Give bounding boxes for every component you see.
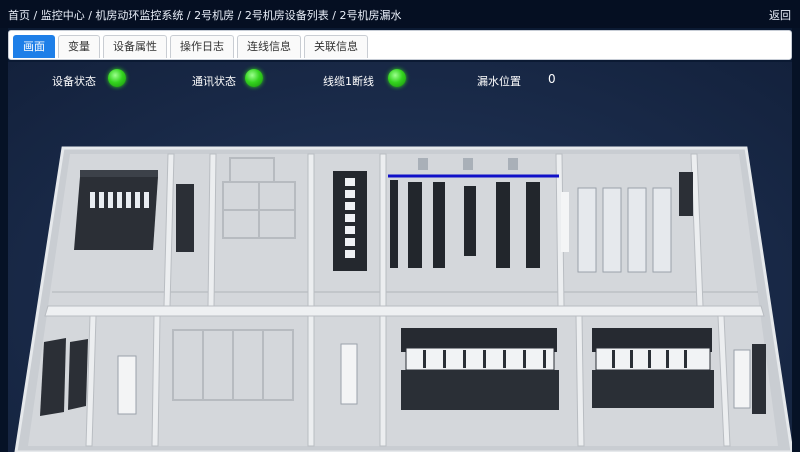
breadcrumb-system[interactable]: 机房动环监控系统: [95, 9, 183, 22]
breadcrumb: 首页 / 监控中心 / 机房动环监控系统 / 2号机房 / 2号机房设备列表 /…: [8, 7, 402, 23]
rack-se-edge: [752, 344, 766, 414]
rack-column-center: [333, 171, 367, 271]
floor-plan: [14, 146, 792, 452]
white-panel: [561, 192, 569, 252]
desk-se: [733, 349, 751, 409]
rack-block-se: [592, 328, 714, 408]
breadcrumb-separator: /: [183, 9, 195, 22]
middle-wall: [44, 305, 765, 317]
breadcrumb-separator: /: [234, 9, 245, 22]
breadcrumb-device-list[interactable]: 2号机房设备列表: [245, 9, 329, 22]
tab-bar: 画面 变量 设备属性 操作日志 连线信息 关联信息: [8, 30, 792, 60]
rack-single-nw: [176, 184, 194, 252]
breadcrumb-separator: /: [84, 9, 96, 22]
rack-cluster-sw: [40, 338, 88, 416]
rack-cluster-nw: [74, 170, 158, 250]
breadcrumb-monitor-center[interactable]: 监控中心: [41, 9, 85, 22]
rack-block-s-center: [401, 328, 559, 410]
breadcrumb-home[interactable]: 首页: [8, 9, 30, 22]
tab-device-properties[interactable]: 设备属性: [103, 35, 167, 58]
breadcrumb-current: 2号机房漏水: [339, 9, 402, 22]
breadcrumb-room[interactable]: 2号机房: [194, 9, 234, 22]
desk-sw: [117, 355, 137, 415]
tab-operation-log[interactable]: 操作日志: [170, 35, 234, 58]
tab-related-info[interactable]: 关联信息: [304, 35, 368, 58]
room-3d-view: 设备状态 通讯状态 线缆1断线 漏水位置 0: [8, 62, 792, 452]
rack-single-ne: [679, 172, 693, 216]
back-button[interactable]: 返回: [769, 7, 791, 23]
tab-variables[interactable]: 变量: [58, 35, 100, 58]
breadcrumb-separator: /: [328, 9, 340, 22]
desk-center: [340, 343, 358, 405]
breadcrumb-separator: /: [30, 9, 41, 22]
tab-connection-info[interactable]: 连线信息: [237, 35, 301, 58]
tab-screen[interactable]: 画面: [13, 35, 55, 58]
top-bar: 首页 / 监控中心 / 机房动环监控系统 / 2号机房 / 2号机房设备列表 /…: [0, 0, 800, 28]
content-panel: 画面 变量 设备属性 操作日志 连线信息 关联信息 设备状态 通讯状态 线缆1断…: [8, 28, 792, 452]
